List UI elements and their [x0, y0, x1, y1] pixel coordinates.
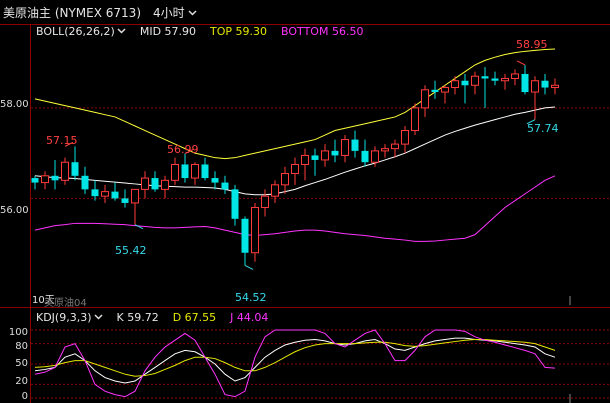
candle-body [241, 218, 249, 253]
candle-body [211, 178, 219, 183]
annotation-high-3: 58.95 [516, 38, 548, 51]
candle-body [181, 164, 189, 179]
kdj-tick-0: 0 [21, 391, 28, 402]
annotation-low-1: 55.42 [115, 244, 147, 257]
candle-body [331, 150, 339, 156]
candle-body [461, 80, 469, 86]
candle-body [201, 164, 209, 179]
candle-body [71, 162, 79, 176]
candle-body [301, 154, 309, 165]
candle-body [391, 143, 399, 150]
chevron-down-icon [188, 9, 197, 16]
candle-body [441, 87, 449, 93]
candle-body [231, 189, 239, 219]
kdj-indicator-name[interactable]: KDJ(9,3,3) [36, 311, 103, 324]
candle-body [91, 189, 99, 197]
boll-lower-line [34, 175, 556, 242]
candle-body [291, 163, 299, 175]
candle-body [411, 107, 419, 132]
candle-body [321, 150, 329, 161]
candle-body [541, 80, 549, 88]
candle-body [521, 73, 529, 93]
candle-body [471, 75, 479, 86]
axis-separator [30, 24, 31, 403]
candle-body [221, 182, 229, 190]
candle-body [361, 150, 369, 163]
candle-body [341, 139, 349, 156]
candle-body [511, 73, 519, 79]
boll-name-text: BOLL(26,26,2) [36, 25, 115, 38]
candle-body [41, 175, 49, 184]
candle-body [501, 77, 509, 82]
kdj-j-value: J 44.04 [230, 311, 269, 324]
header-divider [0, 24, 610, 25]
instrument-title[interactable]: 美原油主 (NYMEX 6713) [3, 4, 141, 21]
candle-body [371, 150, 379, 163]
candle-body [51, 175, 59, 181]
candle-body [421, 89, 429, 109]
candle-body [191, 163, 199, 179]
candle-body [481, 76, 489, 79]
candle-body [311, 155, 319, 160]
chart-header: 美原油主 (NYMEX 6713) 4小时 [0, 0, 610, 24]
annotation-low-3: 57.74 [527, 122, 559, 135]
annotation-high-1: 57.15 [46, 134, 78, 147]
candle-body [261, 195, 269, 208]
candle-body [281, 173, 289, 186]
kdj-name-text: KDJ(9,3,3) [36, 311, 92, 324]
annotation-pointer [244, 264, 254, 270]
candle-body [31, 178, 39, 183]
price-tick-58: 58.00 [0, 99, 29, 110]
chevron-down-icon [93, 314, 103, 320]
candle-body [161, 179, 169, 190]
boll-mid-value: MID 57.90 [139, 25, 197, 38]
chart-canvas [31, 48, 610, 403]
candle-body [401, 130, 409, 145]
candle-body [381, 148, 389, 152]
candle-body [121, 198, 129, 203]
pane-divider [0, 307, 610, 308]
candle-body [451, 80, 459, 89]
candle-body [171, 163, 179, 181]
chevron-down-icon [117, 28, 126, 34]
boll-legend: BOLL(26,26,2) MID 57.90 TOP 59.30 BOTTOM… [36, 25, 363, 38]
candle-body [251, 206, 259, 254]
candle-body [111, 191, 119, 199]
candle-body [81, 175, 89, 190]
candle-body [131, 188, 139, 204]
period-label: 4小时 [153, 5, 185, 20]
candle-body [531, 80, 539, 93]
kdj-k-value: K 59.72 [116, 311, 159, 324]
candle-body [551, 84, 559, 89]
kdj-tick-20: 20 [15, 376, 28, 387]
boll-top-value: TOP 59.30 [210, 25, 268, 38]
candle-body [351, 139, 359, 151]
candle-body [491, 78, 499, 81]
candle-body [61, 161, 69, 181]
kdj-d-line [34, 339, 556, 377]
kdj-d-value: D 67.55 [172, 311, 217, 324]
kdj-k-line [34, 337, 556, 384]
kdj-tick-100: 100 [8, 327, 28, 338]
boll-upper-line [34, 48, 556, 160]
kdj-legend: KDJ(9,3,3) K 59.72 D 67.55 J 44.04 [36, 311, 268, 324]
candle-body [431, 89, 439, 93]
candle-body [271, 184, 279, 197]
candle-body [141, 177, 149, 190]
kdj-tick-50: 50 [15, 358, 28, 369]
kdj-tick-80: 80 [15, 341, 28, 352]
period-selector[interactable]: 4小时 [153, 4, 197, 21]
boll-indicator-name[interactable]: BOLL(26,26,2) [36, 25, 126, 38]
boll-bottom-value: BOTTOM 56.50 [281, 25, 364, 38]
annotation-high-2: 56.99 [167, 143, 199, 156]
annotation-pointer [516, 60, 526, 66]
price-tick-56: 56.00 [0, 205, 29, 216]
annotation-low-2: 54.52 [235, 291, 267, 304]
candle-body [101, 191, 109, 197]
candle-body [151, 178, 159, 190]
